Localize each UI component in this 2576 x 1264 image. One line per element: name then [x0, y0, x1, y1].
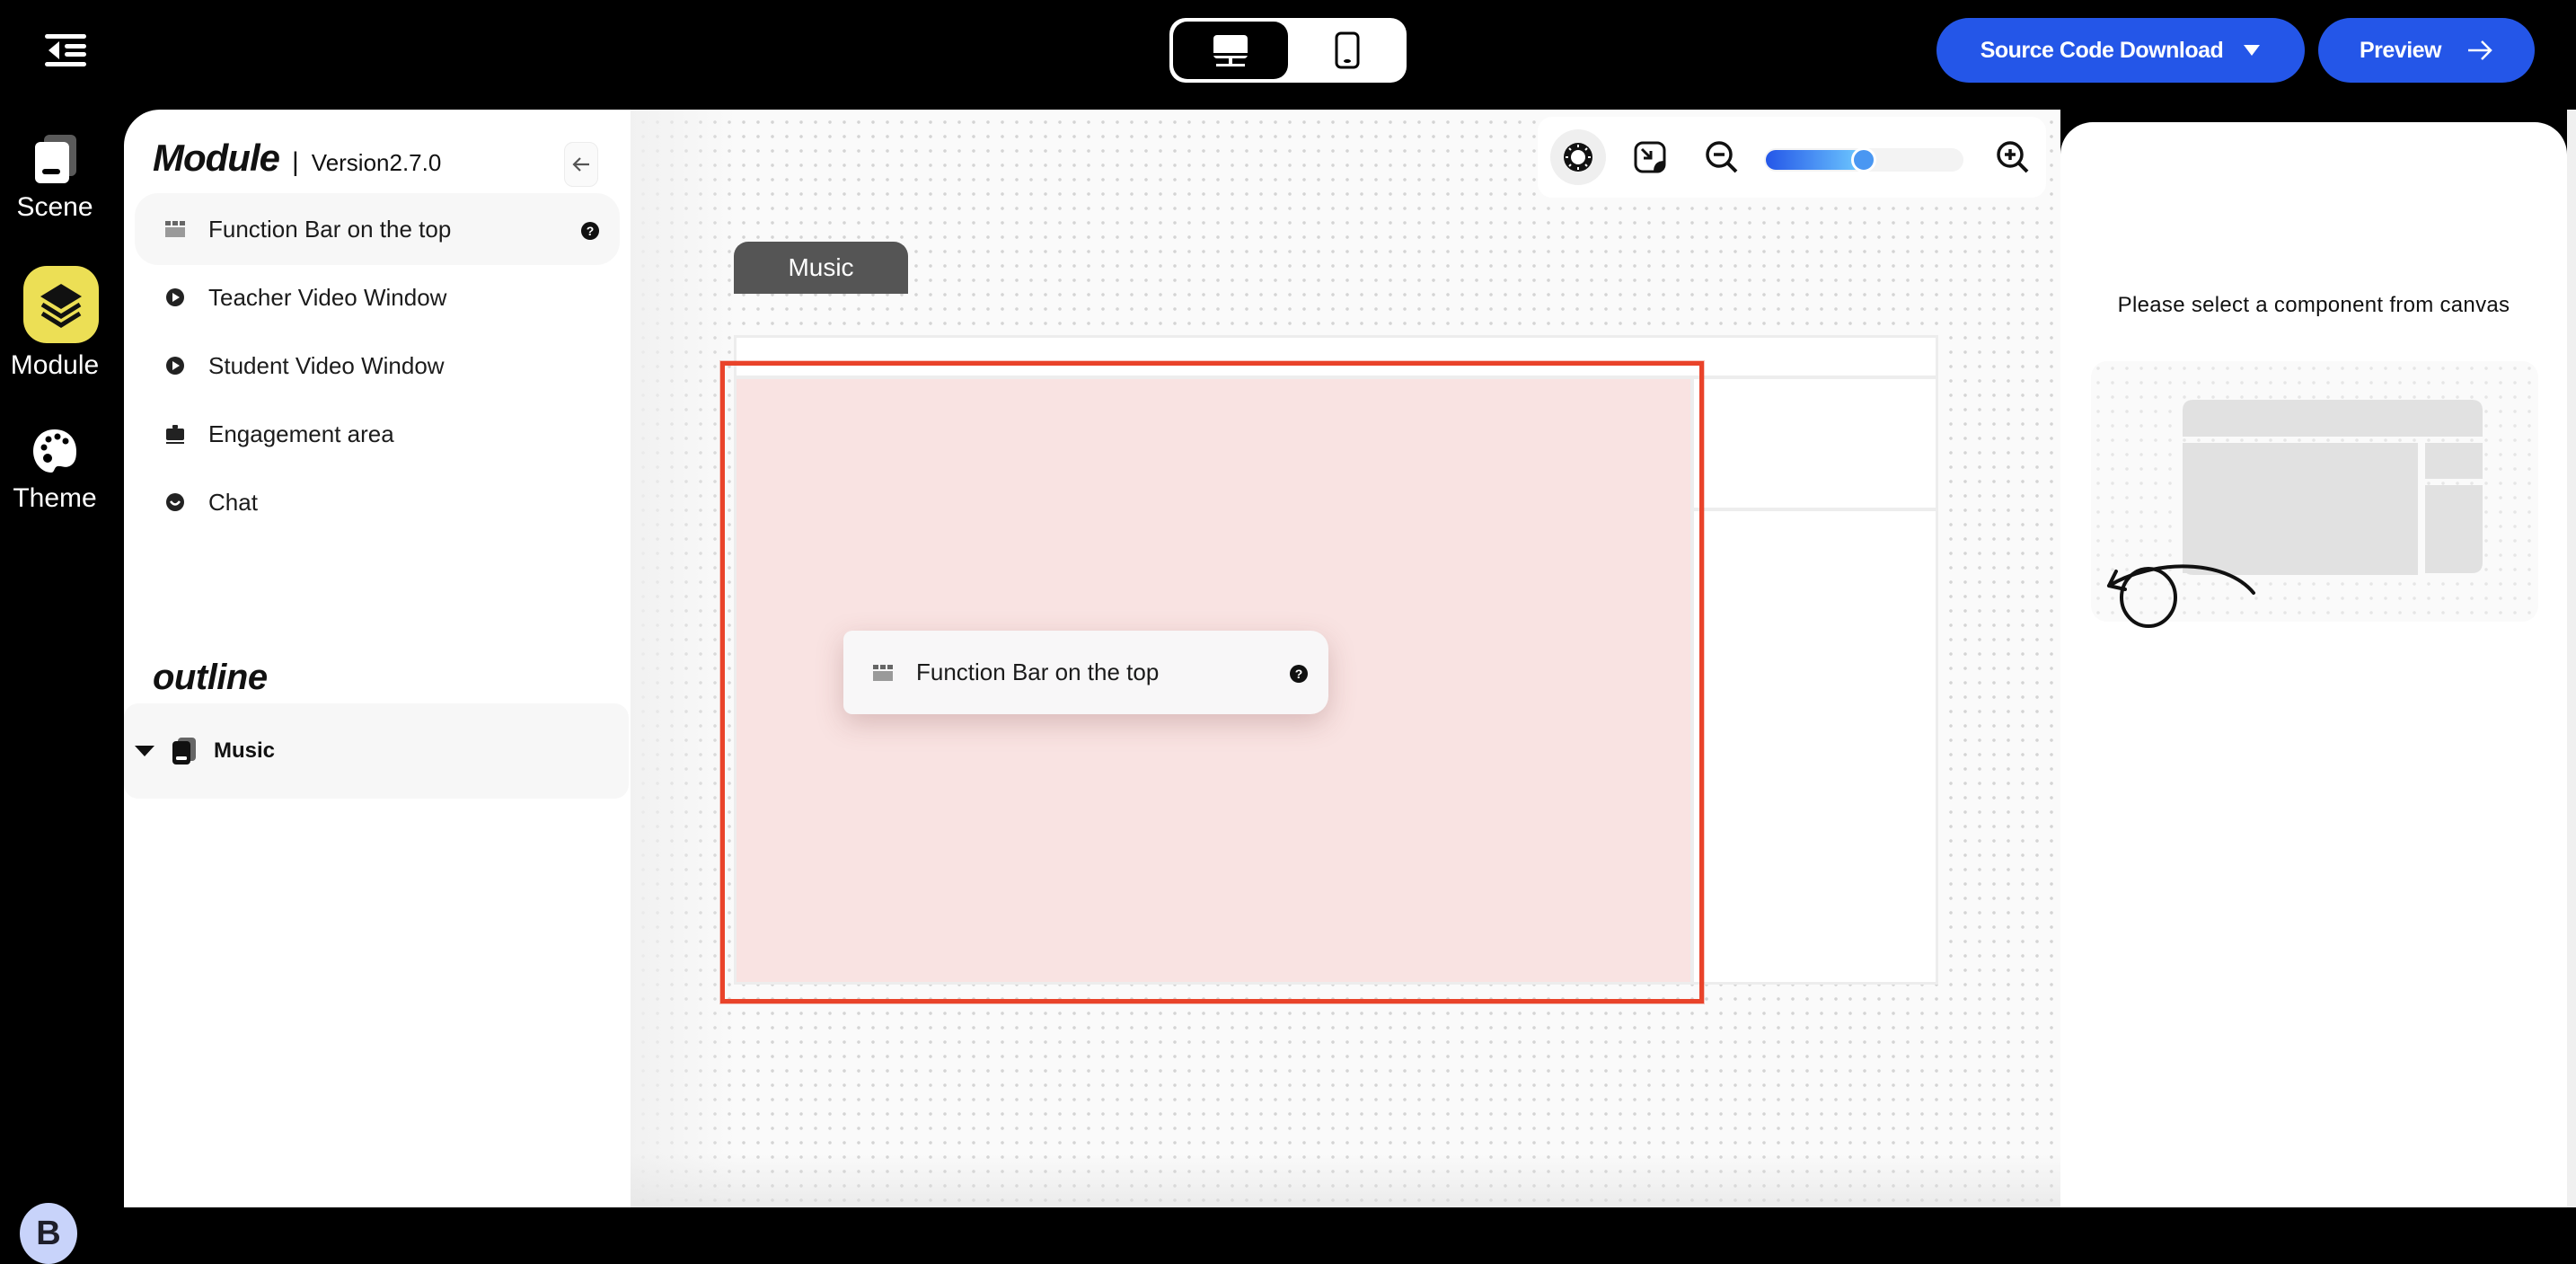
user-avatar[interactable]: B	[20, 1203, 77, 1264]
scene-tab-music[interactable]: Music	[734, 242, 908, 294]
left-nav: Scene Module Theme B	[0, 110, 124, 1264]
play-circle-icon	[165, 356, 185, 376]
top-bar: Source Code Download Preview	[0, 0, 2576, 110]
function-bar-icon	[165, 219, 185, 239]
title-separator: |	[291, 147, 299, 177]
chat-icon	[165, 492, 185, 512]
caret-down-icon	[2244, 45, 2261, 56]
layout-illustration-icon	[2107, 400, 2483, 628]
collapse-panel-button[interactable]	[564, 142, 598, 187]
function-bar-icon	[873, 664, 893, 681]
nav-item-theme[interactable]: Theme	[0, 426, 117, 514]
module-item-function-bar[interactable]: Function Bar on the top ?	[135, 193, 620, 265]
zoom-out-button[interactable]	[1694, 129, 1750, 185]
svg-text:?: ?	[1295, 667, 1303, 681]
desktop-monitor-icon	[1213, 35, 1248, 66]
svg-text:?: ?	[587, 224, 595, 238]
canvas-bottom-shadow	[631, 1154, 2060, 1207]
source-code-download-button[interactable]: Source Code Download	[1936, 18, 2305, 83]
palette-icon	[33, 429, 76, 473]
module-item-label: Student Video Window	[208, 351, 445, 379]
arrow-left-icon	[572, 157, 589, 172]
zoom-in-button[interactable]	[1985, 129, 2041, 185]
download-label: Source Code Download	[1980, 37, 2224, 63]
module-panel: Module | Version2.7.0 Function Bar on th…	[124, 110, 631, 1207]
collapse-menu-icon	[45, 34, 86, 66]
drag-item-label: Function Bar on the top	[916, 659, 1160, 685]
module-item-label: Teacher Video Window	[208, 283, 447, 311]
preview-label: Preview	[2359, 37, 2442, 63]
desktop-mode-button[interactable]	[1173, 22, 1288, 79]
outline-item-music[interactable]: Music	[124, 703, 629, 799]
empty-state-illustration	[2091, 361, 2538, 628]
properties-panel: Please select a component from canvas	[2060, 122, 2567, 1207]
help-icon: ?	[1289, 662, 1309, 690]
module-item-student-video[interactable]: Student Video Window	[135, 330, 620, 402]
zoom-slider-fill	[1766, 150, 1864, 170]
collapse-menu-button[interactable]	[43, 32, 88, 68]
nav-item-module[interactable]: Module	[0, 266, 117, 381]
device-mode-toggle	[1169, 18, 1407, 83]
panel-title: Module | Version2.7.0	[153, 137, 441, 180]
wireframe-column-divider	[1690, 379, 1694, 982]
zoom-out-icon	[1706, 141, 1738, 173]
panel-title-text: Module	[153, 137, 280, 179]
wireframe-right-divider	[1694, 508, 1936, 511]
empty-state-hint: Please select a component from canvas	[2117, 293, 2510, 317]
briefcase-icon	[165, 424, 185, 444]
sun-icon	[1564, 143, 1592, 172]
dragging-module-item[interactable]: Function Bar on the top ?	[843, 631, 1328, 714]
module-icon-box	[23, 266, 99, 343]
design-canvas[interactable]: Music Function Bar on the top ?	[631, 110, 2060, 1207]
canvas-theme-button[interactable]	[1550, 129, 1606, 185]
module-item-engagement[interactable]: Engagement area	[135, 398, 620, 470]
play-circle-icon	[165, 287, 185, 307]
outline-title: outline	[153, 658, 268, 697]
nav-label: Module	[10, 350, 100, 380]
zoom-toolbar	[1538, 117, 2046, 198]
zoom-slider[interactable]	[1764, 147, 1963, 172]
nav-item-scene[interactable]: Scene	[0, 131, 117, 223]
zoom-in-icon	[1997, 141, 2029, 173]
version-label: Version2.7.0	[311, 149, 442, 176]
scene-icon	[35, 135, 76, 183]
mobile-phone-icon	[1335, 31, 1360, 69]
scene-icon	[172, 738, 196, 765]
module-item-label: Engagement area	[208, 420, 394, 447]
outline-item-label: Music	[214, 738, 276, 763]
fit-to-screen-button[interactable]	[1622, 129, 1678, 185]
zoom-slider-thumb[interactable]	[1851, 147, 1876, 172]
fit-screen-icon	[1634, 141, 1666, 173]
preview-button[interactable]: Preview	[2318, 18, 2535, 83]
caret-down-icon[interactable]	[133, 744, 156, 758]
help-icon[interactable]: ?	[580, 219, 600, 247]
nav-label: Theme	[13, 483, 97, 513]
module-item-label: Chat	[208, 488, 258, 516]
layers-icon	[40, 284, 82, 328]
nav-label: Scene	[16, 192, 93, 222]
module-item-chat[interactable]: Chat	[135, 466, 620, 538]
module-item-label: Function Bar on the top	[208, 215, 452, 243]
module-item-teacher-video[interactable]: Teacher Video Window	[135, 261, 620, 333]
canvas-shadow	[631, 110, 738, 1207]
arrow-right-icon	[2468, 40, 2492, 60]
mobile-mode-button[interactable]	[1292, 22, 1403, 79]
canvas-edge	[2567, 110, 2576, 1207]
